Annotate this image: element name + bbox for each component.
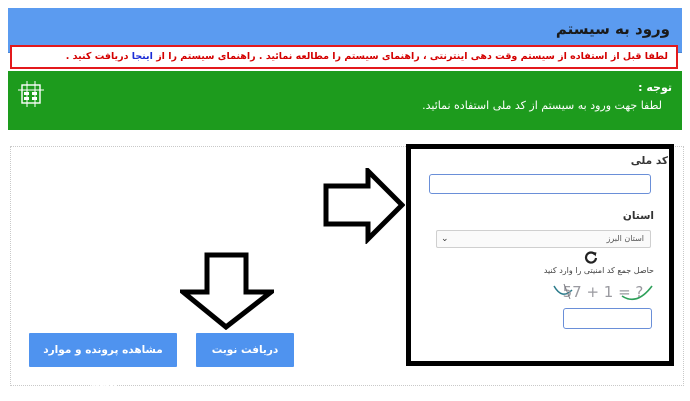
captcha-image: 57 + 1 = ? (552, 280, 654, 302)
refresh-icon[interactable] (584, 250, 598, 264)
captcha-text: 57 + 1 = ? (563, 283, 644, 301)
attention-title: توجه : (638, 81, 672, 94)
notice-text-after: دریافت کنید . (65, 51, 129, 62)
province-label: استان (622, 210, 654, 222)
guide-notice: لطفا قبل از استفاده از سیستم وقت دهی این… (10, 45, 678, 69)
national-code-input[interactable] (429, 174, 651, 194)
guide-link[interactable]: اینجا (132, 51, 153, 62)
chevron-down-icon: ⌄ (441, 234, 449, 244)
grid-icon (18, 81, 44, 107)
page-title: ورود به سیستم (555, 20, 670, 38)
view-more-button[interactable]: مشاهده پرونده و موارد بیشتر (29, 333, 177, 390)
national-code-label: کد ملی (630, 155, 668, 167)
attention-box: توجه : لطفا جهت ورود به سیستم از کد ملی … (8, 71, 682, 130)
notice-text-before: لطفا قبل از استفاده از سیستم وقت دهی این… (156, 51, 668, 62)
arrow-down-icon (180, 252, 274, 330)
province-selected: استان البرز (606, 234, 644, 243)
arrow-right-icon (323, 168, 405, 244)
get-turn-button[interactable]: دریافت نوبت (196, 333, 294, 367)
captcha-hint: حاصل جمع کد امنیتی را وارد کنید (543, 266, 654, 275)
province-select[interactable]: استان البرز ⌄ (436, 230, 651, 248)
attention-text: لطفا جهت ورود به سیستم از کد ملی استفاده… (422, 99, 662, 112)
captcha-input[interactable] (563, 308, 652, 329)
